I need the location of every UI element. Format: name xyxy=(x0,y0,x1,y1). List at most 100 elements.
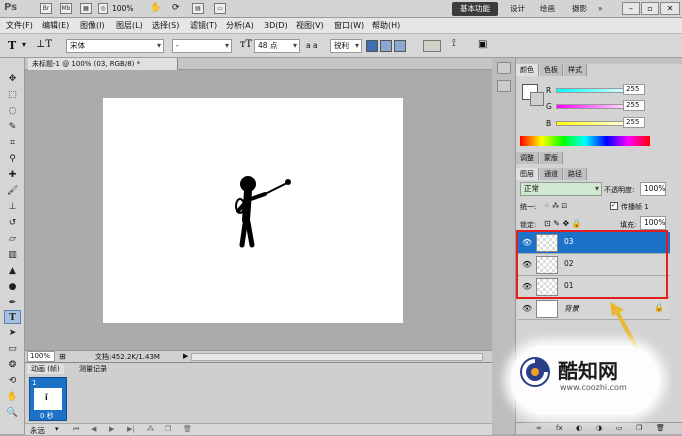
loop-dropdown-icon[interactable]: ▾ xyxy=(55,425,59,433)
more-workspaces[interactable]: » xyxy=(598,2,603,16)
bridge-icon[interactable]: Br xyxy=(40,3,52,14)
background-color-swatch[interactable] xyxy=(530,92,544,106)
prev-frame-icon[interactable]: ◀ xyxy=(91,425,96,433)
gradient-tool-icon[interactable]: ▥ xyxy=(4,248,21,262)
zoom-tool-icon[interactable]: ◎ xyxy=(98,3,108,14)
layer-name[interactable]: 背景 xyxy=(564,303,579,314)
tab-layers[interactable]: 图层 xyxy=(516,168,539,180)
tab-swatches[interactable]: 色板 xyxy=(540,64,563,76)
workspace-design[interactable]: 设计 xyxy=(510,2,525,16)
fill-field[interactable]: 100% xyxy=(640,216,666,230)
workspace-photography[interactable]: 摄影 xyxy=(572,2,587,16)
eraser-tool-icon[interactable]: ▱ xyxy=(4,232,21,246)
tab-masks[interactable]: 蒙版 xyxy=(540,152,563,164)
shape-tool-icon[interactable]: ▭ xyxy=(4,342,21,356)
document-canvas[interactable] xyxy=(103,98,403,323)
adjustment-layer-icon[interactable]: ◑ xyxy=(596,424,602,432)
menu-3d[interactable]: 3D(D) xyxy=(264,20,288,32)
mini-bridge-icon[interactable]: Mb xyxy=(60,3,72,14)
font-family-select[interactable]: 宋体 xyxy=(66,39,164,53)
delete-layer-icon[interactable]: 🗑 xyxy=(656,424,665,432)
text-orientation-icon[interactable]: ⊥T xyxy=(36,39,52,50)
menu-analysis[interactable]: 分析(A) xyxy=(226,20,254,32)
healing-brush-tool-icon[interactable]: ✚ xyxy=(4,168,21,182)
status-nav-icon[interactable]: ⊞ xyxy=(59,352,66,361)
opacity-field[interactable]: 100% xyxy=(640,182,666,196)
status-menu-arrow[interactable]: ▶ xyxy=(183,352,188,360)
tab-channels[interactable]: 通道 xyxy=(540,168,563,180)
delete-frame-icon[interactable]: 🗑 xyxy=(183,425,192,433)
zoom-tool-icon-2[interactable]: 🔍 xyxy=(4,406,21,420)
panel-icon-history[interactable] xyxy=(497,62,511,74)
screen-mode-icon[interactable]: ▭ xyxy=(214,3,226,14)
3d-rotate-tool-icon[interactable]: ❂ xyxy=(4,358,21,372)
menu-image[interactable]: 图像(I) xyxy=(80,20,105,32)
tab-measurement-log[interactable]: 测量记录 xyxy=(75,364,111,374)
menu-layer[interactable]: 图层(L) xyxy=(116,20,143,32)
document-tab[interactable]: 未标题-1 @ 100% (03, RGB/8) * xyxy=(28,58,178,70)
move-tool-icon[interactable]: ✥ xyxy=(4,72,21,86)
align-right-icon[interactable] xyxy=(394,40,406,52)
restore-icon[interactable]: ▫ xyxy=(641,2,659,15)
menu-edit[interactable]: 编辑(E) xyxy=(42,20,69,32)
first-frame-icon[interactable]: ⏮ xyxy=(73,425,79,434)
tab-adjustments[interactable]: 调整 xyxy=(516,152,539,164)
path-selection-tool-icon[interactable]: ➤ xyxy=(4,326,21,340)
character-panel-icon[interactable]: ▣ xyxy=(478,39,487,50)
type-tool-icon[interactable]: T xyxy=(4,310,21,324)
font-style-select[interactable]: - xyxy=(172,39,232,53)
brush-tool-icon[interactable]: 🖌 xyxy=(4,184,21,198)
blur-tool-icon[interactable]: ▲ xyxy=(4,264,21,278)
unify-icons[interactable]: ⁘ ⁂ ⊡ xyxy=(544,202,567,210)
tab-paths[interactable]: 路径 xyxy=(564,168,587,180)
menu-view[interactable]: 视图(V) xyxy=(296,20,324,32)
lock-icons[interactable]: ⊡ ✎ ✥ 🔒 xyxy=(544,219,582,228)
arrange-documents-icon[interactable]: ▤ xyxy=(192,3,204,14)
tab-color[interactable]: 颜色 xyxy=(516,64,539,76)
tab-styles[interactable]: 样式 xyxy=(564,64,587,76)
duplicate-frame-icon[interactable]: ❐ xyxy=(165,425,171,433)
propagate-checkbox[interactable]: ✓ xyxy=(610,202,618,210)
blue-value-field[interactable]: 255 xyxy=(623,117,645,128)
layer-style-icon[interactable]: fx xyxy=(556,424,563,432)
play-icon[interactable]: ▶ xyxy=(109,425,114,433)
link-layers-icon[interactable]: ∞ xyxy=(536,424,542,432)
add-mask-icon[interactable]: ◐ xyxy=(576,424,582,432)
marquee-tool-icon[interactable]: ⬚ xyxy=(4,88,21,102)
tab-animation-frames[interactable]: 动画 (帧) xyxy=(27,364,64,374)
pen-tool-icon[interactable]: ✒ xyxy=(4,296,21,310)
lasso-tool-icon[interactable]: ◌ xyxy=(4,104,21,118)
preset-dropdown-icon[interactable]: ▾ xyxy=(22,40,26,49)
new-layer-icon[interactable]: ❐ xyxy=(636,424,642,432)
green-value-field[interactable]: 255 xyxy=(623,100,645,111)
eyedropper-tool-icon[interactable]: ⚲ xyxy=(4,152,21,166)
loop-select[interactable]: 永远 xyxy=(30,425,45,436)
status-zoom-field[interactable]: 100% xyxy=(27,351,55,362)
horizontal-scrollbar[interactable] xyxy=(191,353,483,361)
menu-select[interactable]: 选择(S) xyxy=(152,20,179,32)
quick-select-tool-icon[interactable]: ✎ xyxy=(4,120,21,134)
close-icon[interactable]: ✕ xyxy=(660,2,680,15)
frame-thumbnail[interactable]: 1 ǐ 0 秒 xyxy=(29,377,67,421)
workspace-painting[interactable]: 绘画 xyxy=(540,2,555,16)
text-color-swatch[interactable] xyxy=(423,40,441,52)
history-brush-tool-icon[interactable]: ↺ xyxy=(4,216,21,230)
rotate-view-icon[interactable]: ⟳ xyxy=(172,3,180,13)
crop-tool-icon[interactable]: ⌗ xyxy=(4,136,21,150)
view-extras-icon[interactable]: ▦ xyxy=(80,3,92,14)
tween-icon[interactable]: ⁂ xyxy=(147,425,154,433)
menu-filter[interactable]: 滤镜(T) xyxy=(190,20,217,32)
red-value-field[interactable]: 255 xyxy=(623,84,645,95)
font-size-select[interactable]: 48 点 xyxy=(254,39,300,53)
clone-stamp-tool-icon[interactable]: ⊥ xyxy=(4,200,21,214)
frame-delay[interactable]: 0 秒 xyxy=(40,411,54,421)
zoom-level-select[interactable]: 100% xyxy=(112,3,148,15)
warp-text-icon[interactable]: ⟟ xyxy=(452,38,456,49)
layer-row-background[interactable]: 👁 背景 🔒 xyxy=(518,298,670,320)
group-icon[interactable]: ▭ xyxy=(616,424,623,432)
blend-mode-select[interactable]: 正常 xyxy=(520,182,602,196)
anti-alias-select[interactable]: 锐利 xyxy=(330,39,362,53)
menu-file[interactable]: 文件(F) xyxy=(6,20,33,32)
menu-help[interactable]: 帮助(H) xyxy=(372,20,400,32)
minimize-icon[interactable]: – xyxy=(622,2,640,15)
